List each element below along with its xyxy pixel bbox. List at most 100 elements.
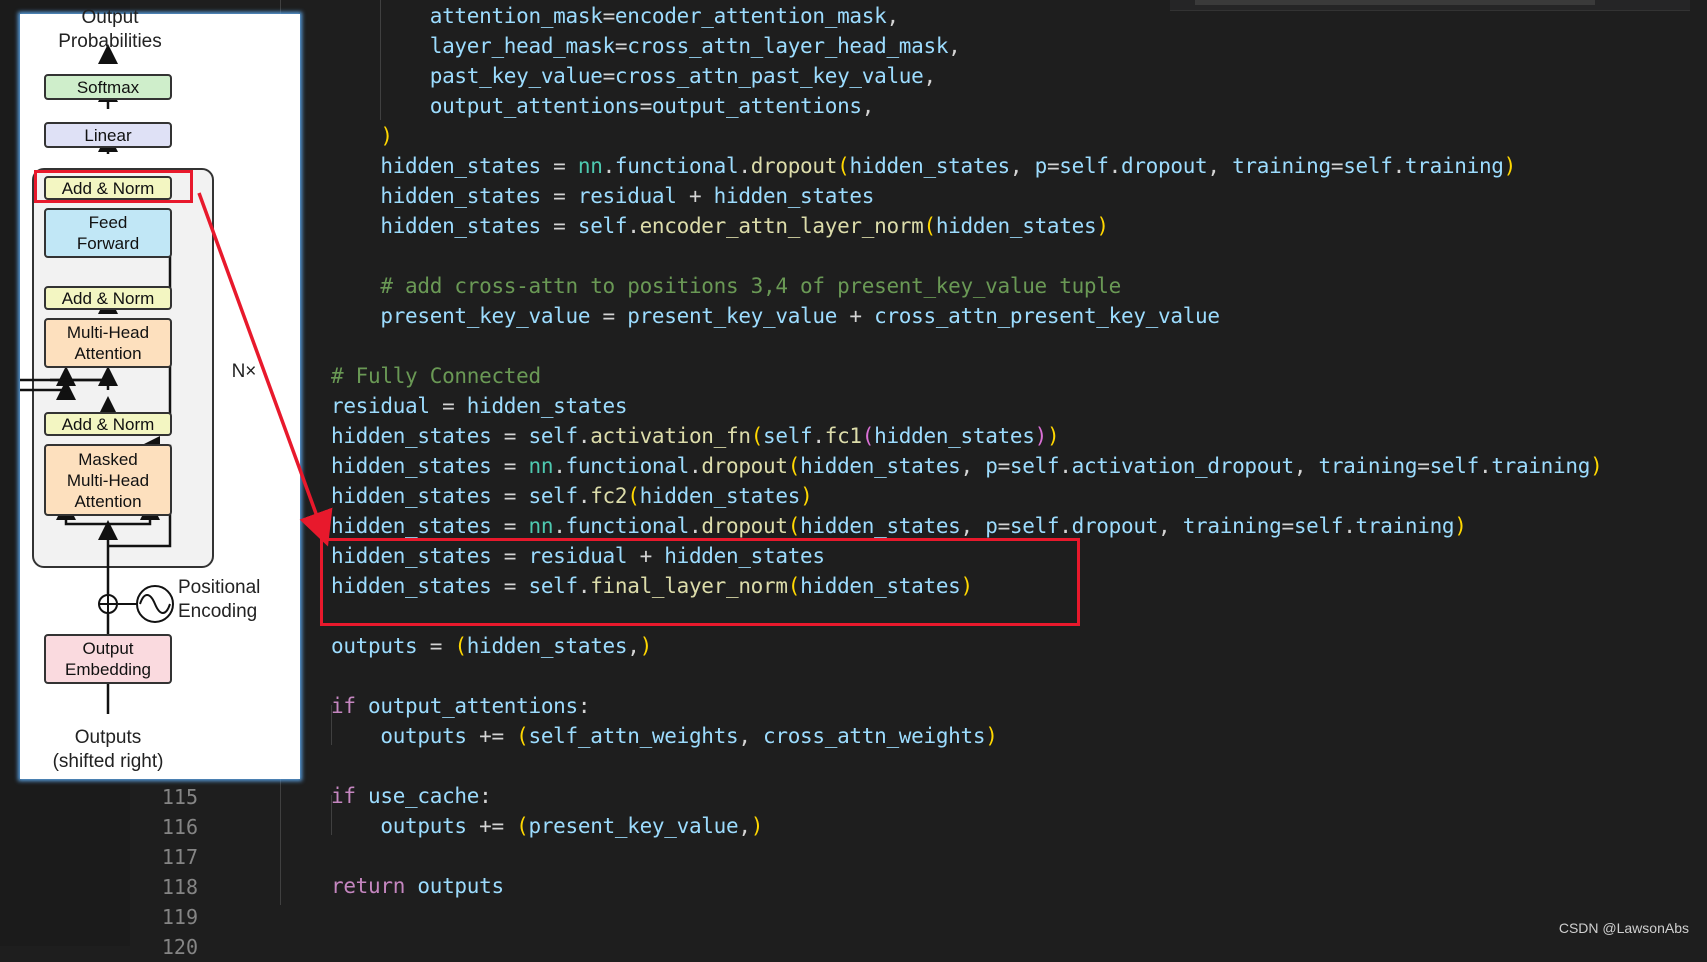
code-token: dropout [1071, 514, 1159, 538]
code-token: = [602, 4, 616, 28]
code-line[interactable]: hidden_states = nn.functional.dropout(hi… [331, 451, 1603, 481]
code-token: , [923, 64, 936, 88]
code-token: = [540, 214, 578, 238]
code-token: residual [577, 184, 677, 208]
code-token: = [491, 514, 529, 538]
code-token: hidden_states [874, 424, 1035, 448]
code-token: layer_head_mask [331, 34, 615, 58]
code-token: hidden_states [639, 484, 801, 508]
code-token: = [614, 34, 628, 58]
code-token: ) [1590, 454, 1603, 478]
code-token: = [491, 484, 529, 508]
code-token: . [1059, 454, 1072, 478]
code-token: += [466, 814, 517, 838]
code-token: self [528, 424, 579, 448]
code-token: nn [528, 514, 554, 538]
code-token: hidden_states [849, 154, 1010, 178]
code-token: hidden_states [466, 394, 628, 418]
transformer-decoder-diagram: Output Probabilities Softmax Linear Add … [20, 7, 300, 779]
code-token: dropout [701, 454, 788, 478]
code-token: = [1417, 454, 1430, 478]
code-line[interactable]: if use_cache: [331, 781, 492, 811]
outputs-label: Outputs (shifted right) [52, 727, 164, 772]
code-token: hidden_states [331, 184, 541, 208]
code-token: present_key_value [528, 814, 739, 838]
code-token: : [479, 784, 492, 808]
code-token: self_attn_weights [528, 724, 739, 748]
code-line[interactable]: hidden_states = residual + hidden_states [331, 181, 874, 211]
code-token: . [1108, 154, 1122, 178]
code-token: # Fully Connected [331, 364, 541, 388]
code-token: : [577, 694, 591, 718]
code-line[interactable]: hidden_states = self.activation_fn(self.… [331, 421, 1060, 451]
output-embedding-box: Output Embedding [44, 634, 172, 684]
code-token: encoder_attn_layer_norm [639, 214, 924, 238]
code-line[interactable]: outputs += (self_attn_weights, cross_att… [331, 721, 998, 751]
output-probabilities-label: Output Probabilities [58, 7, 162, 52]
code-line[interactable]: hidden_states = nn.functional.dropout(hi… [331, 151, 1516, 181]
code-token: = [540, 184, 578, 208]
line-number: 115 [161, 785, 198, 809]
code-token: training [1491, 454, 1591, 478]
code-token: = [540, 154, 578, 178]
masked-multi-head-attention-box: Masked Multi-Head Attention [44, 444, 172, 516]
line-number: 116 [161, 815, 198, 839]
code-token: ) [1503, 154, 1517, 178]
code-token: hidden_states [331, 454, 492, 478]
linear-box: Linear [44, 122, 172, 148]
code-token: training [1355, 514, 1455, 538]
code-line[interactable]: ) [331, 121, 393, 151]
horizontal-scrollbar-thumb[interactable] [1195, 0, 1595, 5]
code-token: p [985, 454, 998, 478]
code-line[interactable]: past_key_value=cross_attn_past_key_value… [331, 61, 936, 91]
code-line[interactable]: return outputs [331, 871, 504, 901]
code-token: self [763, 424, 813, 448]
line-number: 119 [161, 905, 198, 929]
code-line[interactable]: outputs += (present_key_value,) [331, 811, 763, 841]
code-token: ) [750, 814, 764, 838]
code-token: , [1293, 454, 1319, 478]
code-token: output_attentions [651, 94, 862, 118]
code-line[interactable]: attention_mask=encoder_attention_mask, [331, 1, 899, 31]
code-token: encoder_attention_mask [614, 4, 887, 28]
highlighted-code-region [320, 538, 1080, 626]
code-token: = [639, 94, 653, 118]
code-token: = [491, 424, 529, 448]
code-line[interactable]: # add cross-attn to positions 3,4 of pre… [331, 271, 1121, 301]
code-token: p [1034, 154, 1048, 178]
line-number: 117 [161, 845, 198, 869]
code-token: ) [1096, 214, 1109, 238]
code-token: . [1343, 514, 1356, 538]
code-line[interactable]: hidden_states = self.encoder_attn_layer_… [331, 211, 1109, 241]
code-line[interactable]: hidden_states = nn.functional.dropout(hi… [331, 511, 1467, 541]
code-token: ( [750, 424, 764, 448]
code-token: += [466, 724, 517, 748]
line-number: 118 [161, 875, 198, 899]
code-line[interactable]: residual = hidden_states [331, 391, 628, 421]
code-token: . [1478, 454, 1492, 478]
code-line[interactable]: if output_attentions: [331, 691, 591, 721]
code-line[interactable]: hidden_states = self.fc2(hidden_states) [331, 481, 813, 511]
code-token: = [602, 64, 616, 88]
code-token: hidden_states [713, 184, 875, 208]
code-line[interactable]: layer_head_mask=cross_attn_layer_head_ma… [331, 31, 961, 61]
code-token: = [997, 514, 1011, 538]
code-line[interactable]: outputs = (hidden_states,) [331, 631, 652, 661]
code-token: ( [627, 484, 640, 508]
code-token: nn [577, 154, 603, 178]
code-token: if [331, 784, 356, 808]
code-token: functional [565, 454, 690, 478]
code-token: . [577, 424, 591, 448]
code-token: self [1429, 454, 1480, 478]
code-token: . [738, 154, 751, 178]
code-line[interactable]: # Fully Connected [331, 361, 541, 391]
code-token: ( [454, 634, 467, 658]
code-token: + [676, 184, 714, 208]
code-line[interactable]: present_key_value = present_key_value + … [331, 301, 1220, 331]
code-line[interactable]: output_attentions=output_attentions, [331, 91, 875, 121]
indent-guide [380, 0, 381, 120]
code-token: ) [985, 724, 998, 748]
code-token: = [491, 454, 529, 478]
